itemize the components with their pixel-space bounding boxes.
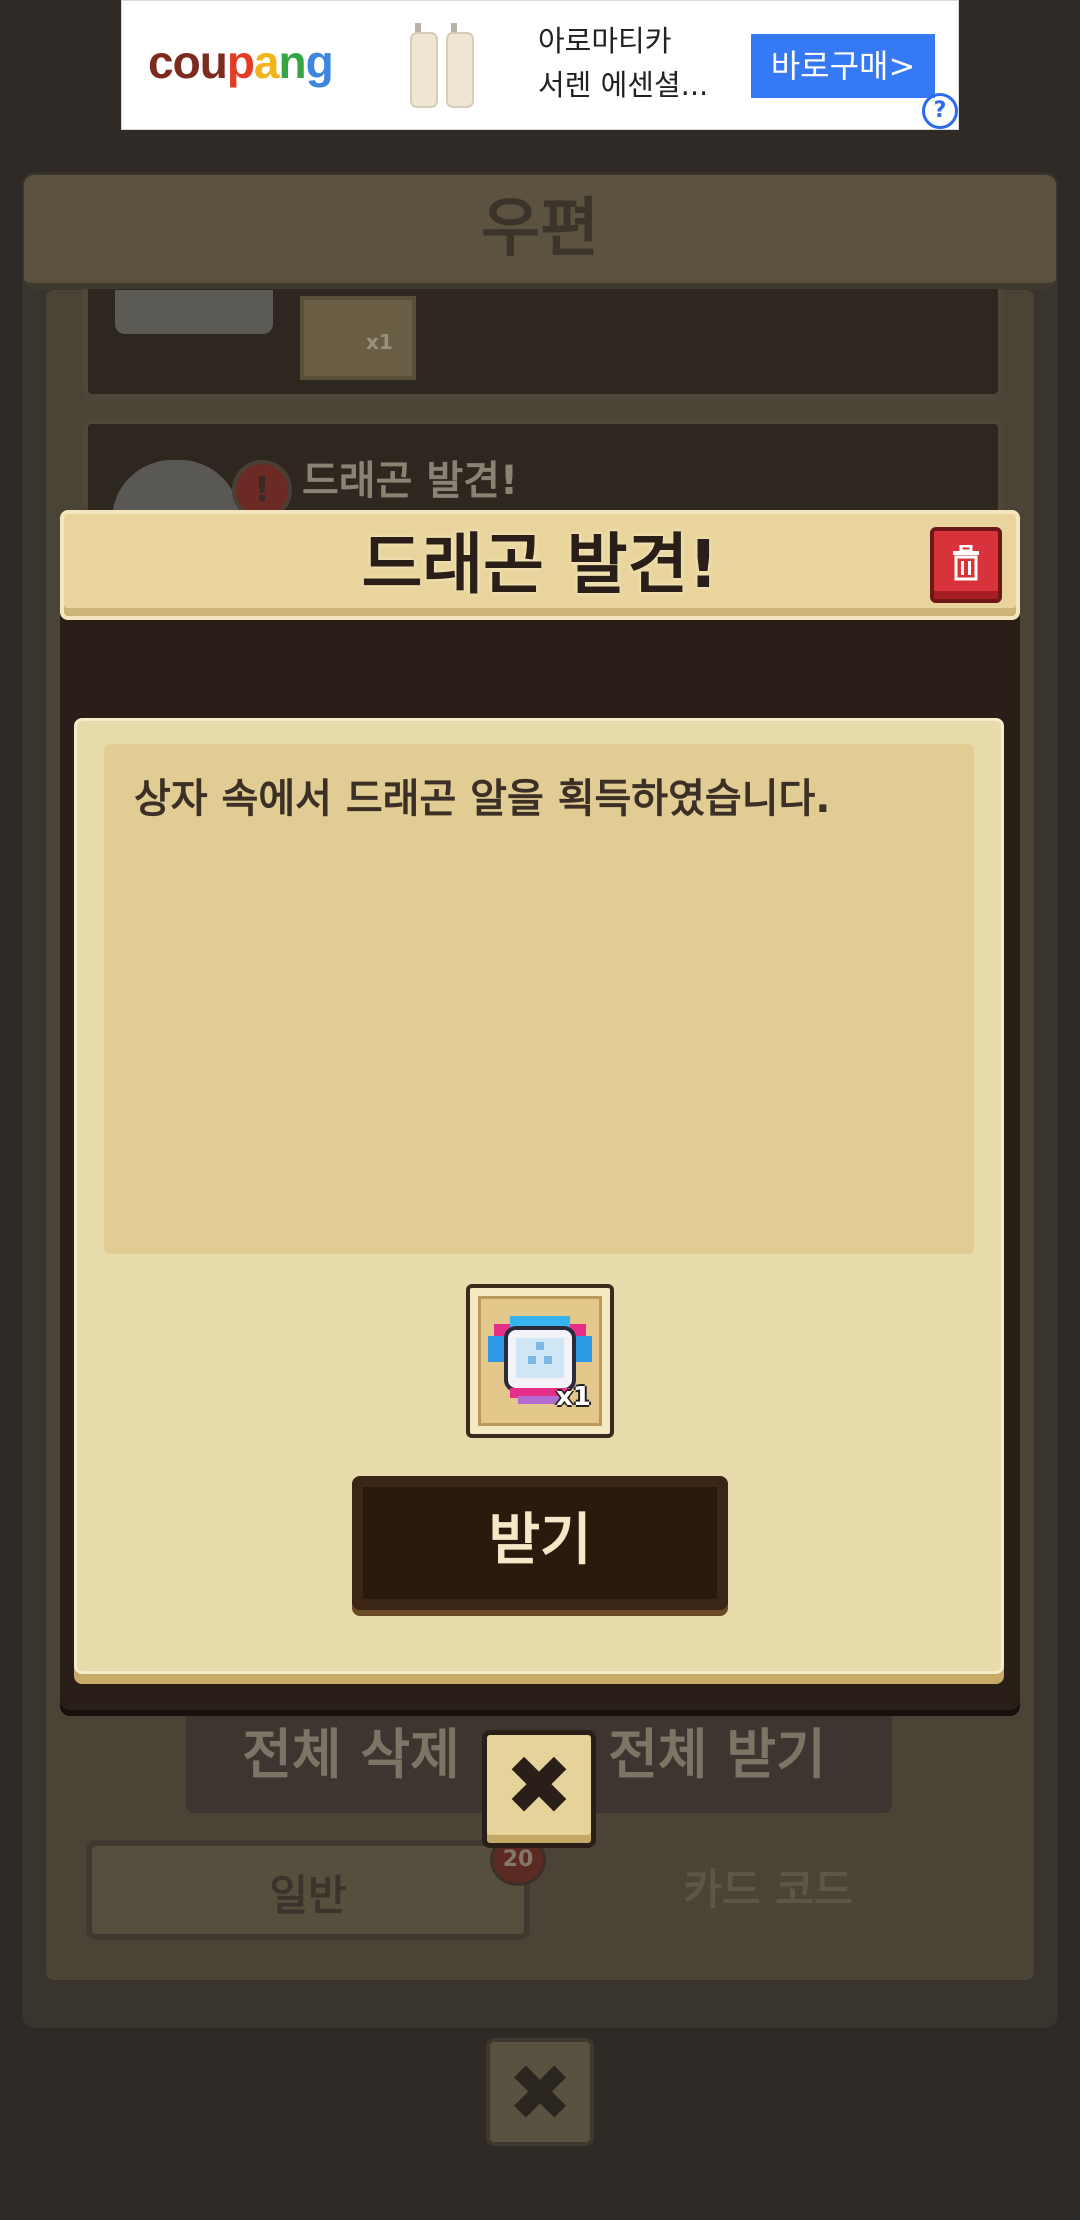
ad-banner[interactable]: coupang 아로마티카 서렌 에센셜... 바로구매> ?	[121, 0, 959, 130]
product-name-line1: 아로마티카	[538, 24, 672, 58]
reward-item-icon	[300, 296, 416, 380]
logo-letter: p	[226, 36, 255, 88]
logo-letter: a	[253, 36, 280, 88]
dialog-message: 상자 속에서 드래곤 알을 획득하였습니다.	[134, 776, 831, 822]
tab-general[interactable]: 일반	[86, 1840, 530, 1940]
reward-quantity: x1	[366, 330, 393, 354]
tab-card-code[interactable]: 카드 코드	[536, 1834, 1000, 1946]
reward-quantity: x1	[556, 1382, 591, 1412]
buy-now-button[interactable]: 바로구매>	[751, 34, 935, 98]
logo-letter: c	[148, 36, 174, 88]
product-name-line2: 서렌 에센셜...	[538, 68, 709, 102]
logo-letter: n	[278, 36, 307, 88]
logo-letter: u	[199, 36, 228, 88]
delete-all-button[interactable]: 전체 삭제	[186, 1705, 516, 1805]
product-name[interactable]: 아로마티카 서렌 에센셜...	[538, 19, 708, 107]
mail-item-title: 드래곤 발견!	[302, 458, 519, 504]
dialog-title: 드래곤 발견!	[361, 526, 719, 603]
mail-title: 우편	[481, 192, 599, 266]
receive-button-label[interactable]: 받기	[352, 1476, 728, 1606]
receive-all-button[interactable]: 전체 받기	[552, 1705, 882, 1805]
close-button[interactable]: ✖	[482, 1730, 596, 1848]
trash-icon	[953, 545, 979, 581]
envelope-icon	[115, 290, 273, 334]
ad-info-icon[interactable]: ?	[922, 93, 958, 129]
product-image[interactable]	[405, 19, 485, 111]
mail-close-button[interactable]: ✖	[486, 2038, 594, 2146]
delete-mail-button[interactable]	[930, 527, 1002, 603]
logo-letter: g	[305, 36, 334, 88]
logo-letter: o	[172, 36, 201, 88]
coupang-logo: coupang	[148, 35, 334, 89]
